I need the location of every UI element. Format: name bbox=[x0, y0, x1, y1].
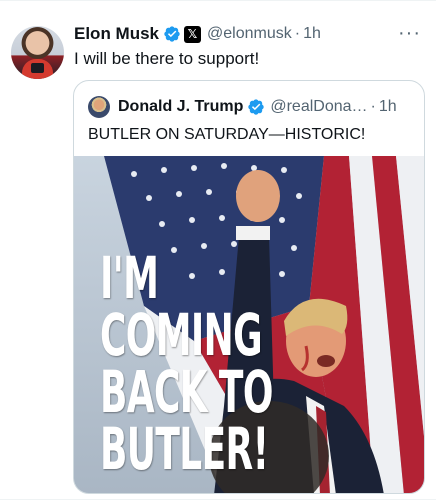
verified-badge-icon bbox=[248, 99, 265, 115]
image-headline: I'M COMING BACK TO BUTLER! bbox=[100, 244, 273, 483]
more-options-icon[interactable]: ··· bbox=[398, 23, 421, 43]
image-headline-line: BACK TO bbox=[100, 358, 273, 426]
quoted-tweet-text: BUTLER ON SATURDAY—HISTORIC! bbox=[88, 126, 366, 143]
quoted-author-name[interactable]: Donald J. Trump bbox=[118, 98, 243, 116]
tweet-header: Elon Musk 𝕏 @elonmusk · 1h bbox=[74, 23, 321, 45]
post-timestamp[interactable]: 1h bbox=[303, 25, 321, 43]
separator-dot: · bbox=[294, 25, 301, 42]
author-avatar[interactable] bbox=[11, 26, 64, 79]
image-headline-line: COMING bbox=[100, 301, 263, 369]
image-headline-line: BUTLER! bbox=[100, 415, 269, 483]
quoted-tweet-image[interactable]: I'M COMING BACK TO BUTLER! bbox=[74, 156, 424, 493]
quoted-tweet[interactable]: Donald J. Trump @realDona… · 1h BUTLER O… bbox=[73, 80, 425, 494]
tweet[interactable]: Elon Musk 𝕏 @elonmusk · 1h ··· I will be… bbox=[0, 0, 436, 500]
tweet-text: I will be there to support! bbox=[74, 49, 260, 68]
quoted-post-timestamp[interactable]: 1h bbox=[379, 98, 397, 116]
quoted-tweet-header: Donald J. Trump @realDona… · 1h bbox=[88, 96, 397, 118]
separator-dot: · bbox=[370, 98, 376, 115]
x-logo-icon: 𝕏 bbox=[184, 25, 202, 43]
author-name[interactable]: Elon Musk bbox=[74, 24, 159, 44]
author-handle[interactable]: @elonmusk bbox=[207, 25, 292, 43]
quoted-author-avatar[interactable] bbox=[88, 96, 110, 118]
image-headline-line: I'M bbox=[100, 244, 159, 312]
verified-badge-icon bbox=[164, 26, 180, 42]
quoted-author-handle[interactable]: @realDona… bbox=[270, 98, 367, 116]
